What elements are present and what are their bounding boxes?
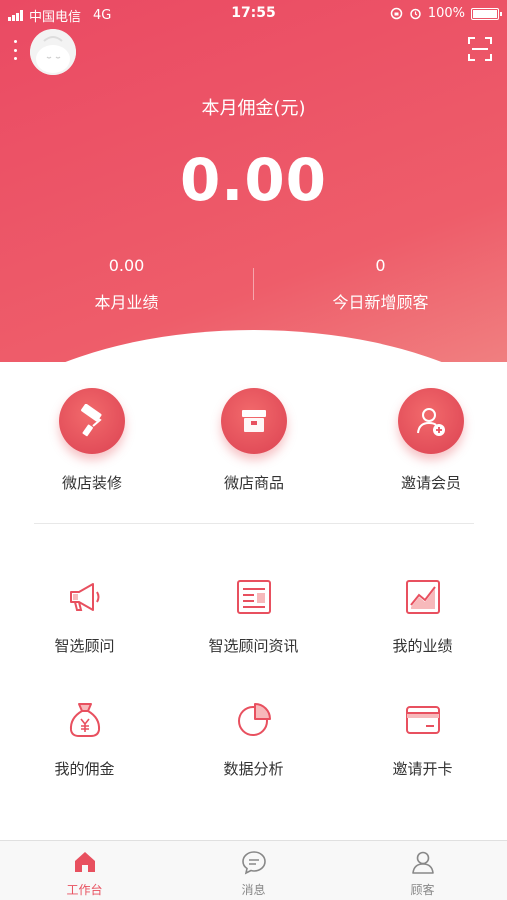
status-bar: 中国电信 4G 17:55 100% — [0, 0, 507, 28]
news-icon — [236, 580, 271, 614]
grid-item-my-commission[interactable]: 我的佣金 — [0, 700, 169, 779]
avatar[interactable] — [30, 29, 76, 75]
section-divider — [34, 523, 474, 524]
grid-item-advisor-news[interactable]: 智选顾问资讯 — [169, 577, 338, 656]
tab-label: 消息 — [241, 883, 266, 897]
grid-item-label: 智选顾问资讯 — [208, 637, 299, 655]
tab-label: 工作台 — [66, 883, 103, 897]
paint-roller-icon — [59, 388, 125, 454]
grid-item-my-performance[interactable]: 我的业绩 — [338, 577, 507, 656]
grid-item-label: 邀请开卡 — [392, 760, 453, 778]
box-icon — [221, 388, 287, 454]
battery-label: 100% — [427, 6, 465, 21]
message-icon — [241, 851, 266, 875]
stat-new-customers[interactable]: 0 今日新增顾客 — [254, 256, 507, 313]
trend-chart-icon — [405, 580, 440, 614]
grid-item-invite-card[interactable]: 邀请开卡 — [338, 700, 507, 779]
quick-action-invite-member[interactable]: 邀请会员 — [346, 388, 507, 493]
megaphone-icon — [69, 583, 99, 611]
quick-action-label: 邀请会员 — [400, 474, 461, 492]
grid-item-label: 我的业绩 — [392, 637, 453, 655]
tab-customers[interactable]: 顾客 — [338, 849, 507, 898]
grid-item-label: 我的佣金 — [54, 760, 115, 778]
money-bag-icon — [69, 703, 100, 737]
home-icon — [74, 852, 95, 872]
stat-value: 0 — [375, 256, 386, 275]
alarm-icon — [410, 8, 421, 20]
grid-item-label: 智选顾问 — [54, 637, 115, 655]
stat-month-performance[interactable]: 0.00 本月业绩 — [0, 256, 253, 313]
rotation-lock-icon — [390, 7, 403, 20]
more-menu-icon[interactable] — [12, 40, 18, 60]
tab-messages[interactable]: 消息 — [169, 849, 338, 898]
battery-icon — [471, 7, 502, 20]
customer-icon — [411, 851, 434, 874]
stat-label: 本月业绩 — [94, 293, 159, 312]
header-curve — [0, 330, 507, 362]
pie-chart-icon — [237, 703, 271, 736]
quick-action-label: 微店装修 — [61, 474, 122, 492]
grid-item-smart-advisor[interactable]: 智选顾问 — [0, 577, 169, 656]
scan-icon[interactable] — [467, 36, 493, 62]
header-panel: 中国电信 4G 17:55 100% 本月佣金(元) 0.00 0.00 本月业… — [0, 0, 507, 362]
quick-action-label: 微店商品 — [223, 474, 284, 492]
add-user-icon — [398, 388, 464, 454]
tab-label: 顾客 — [410, 883, 435, 897]
quick-action-store-decoration[interactable]: 微店装修 — [7, 388, 177, 493]
stat-value: 0.00 — [108, 256, 145, 275]
tab-bar: 工作台 消息 顾客 — [0, 840, 507, 900]
quick-action-store-products[interactable]: 微店商品 — [169, 388, 339, 493]
grid-item-label: 数据分析 — [223, 760, 284, 778]
grid-item-data-analysis[interactable]: 数据分析 — [169, 700, 338, 779]
commission-value: 0.00 — [179, 146, 328, 214]
stat-label: 今日新增顾客 — [332, 293, 429, 312]
card-icon — [405, 706, 440, 734]
commission-title: 本月佣金(元) — [201, 98, 306, 119]
tab-workbench[interactable]: 工作台 — [0, 849, 169, 898]
